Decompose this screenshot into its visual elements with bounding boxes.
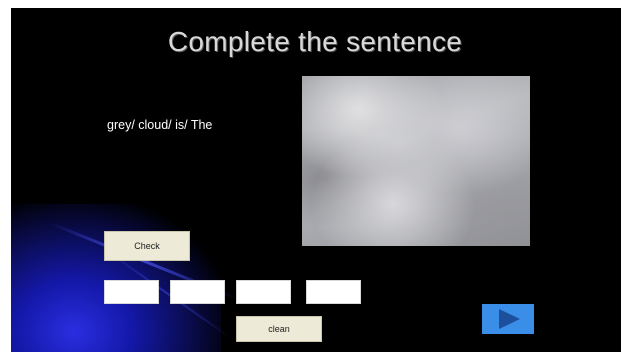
play-right-icon <box>499 309 520 329</box>
scrambled-words: grey/ cloud/ is/ The <box>107 118 213 132</box>
answer-slot-1[interactable] <box>104 280 159 304</box>
answer-slot-3[interactable] <box>236 280 291 304</box>
answer-slot-4[interactable] <box>306 280 361 304</box>
slide-title: Complete the sentence <box>167 26 463 57</box>
answer-slot-2[interactable] <box>170 280 225 304</box>
next-button[interactable] <box>482 304 534 334</box>
clean-button[interactable]: clean <box>236 316 322 342</box>
check-button[interactable]: Check <box>104 231 190 261</box>
cloud-image <box>302 76 530 246</box>
